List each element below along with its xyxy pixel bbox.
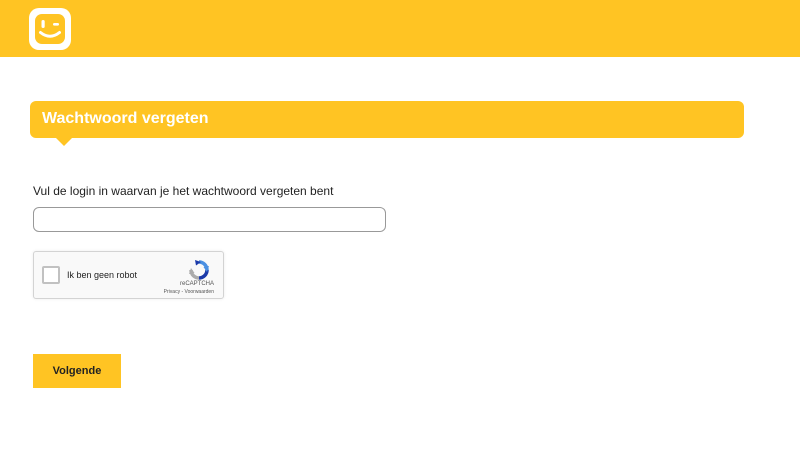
recaptcha-label: Ik ben geen robot — [67, 270, 138, 280]
login-input[interactable] — [33, 207, 386, 232]
recaptcha-brand: reCAPTCHA — [179, 281, 214, 287]
recaptcha-logo-icon — [189, 260, 209, 280]
login-field-label: Vul de login in waarvan je het wachtwoor… — [33, 184, 334, 198]
recaptcha-terms-link[interactable]: Voorwaarden — [185, 289, 214, 295]
recaptcha-checkbox[interactable] — [42, 266, 60, 284]
top-header-bar — [0, 0, 800, 57]
next-button[interactable]: Volgende — [33, 354, 121, 388]
telenet-smiley-logo-icon[interactable] — [29, 8, 71, 50]
page-title: Wachtwoord vergeten — [42, 110, 209, 127]
recaptcha-privacy-link[interactable]: Privacy — [164, 289, 180, 295]
recaptcha-links: Privacy - Voorwaarden — [164, 289, 214, 295]
recaptcha-widget: Ik ben geen robot reCAPTCHA Privacy - Vo… — [33, 251, 224, 299]
section-header: Wachtwoord vergeten — [30, 101, 744, 146]
